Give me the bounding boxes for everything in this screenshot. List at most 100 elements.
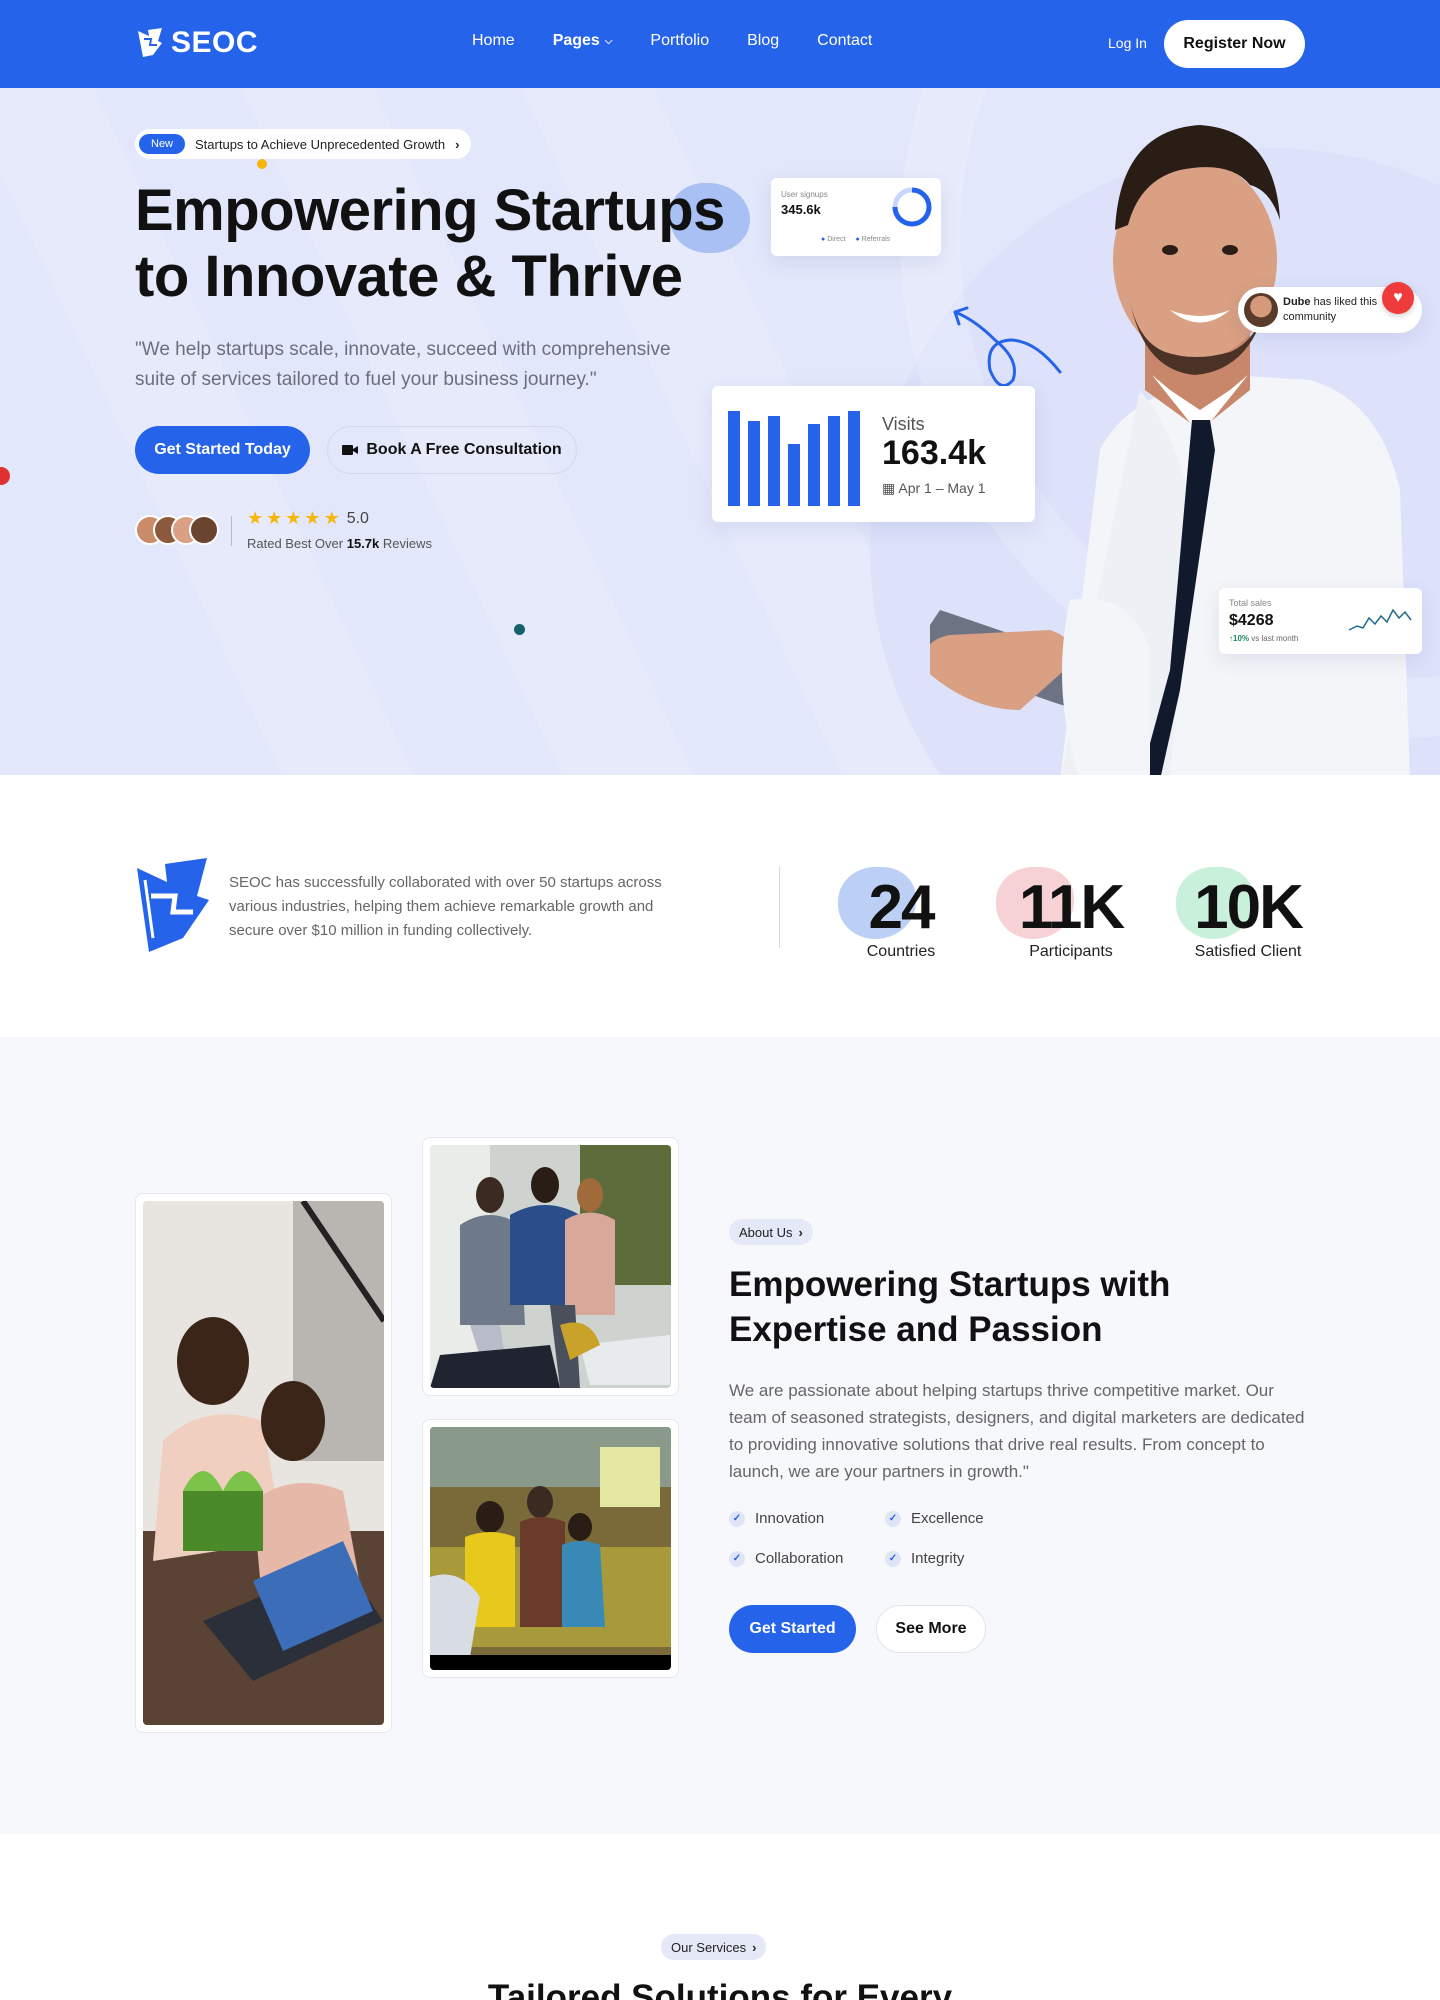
stat-value: 10K <box>1194 873 1304 942</box>
feature-label: Innovation <box>755 1510 825 1527</box>
signups-legend: Direct Referrals <box>821 236 890 243</box>
hero-announcement-badge[interactable]: New Startups to Achieve Unprecedented Gr… <box>135 129 472 159</box>
reviewer-avatars <box>135 515 219 545</box>
sales-change-suffix: vs last month <box>1251 634 1299 643</box>
signups-donut-chart <box>892 187 932 227</box>
nav-menu: Home Pages ⌵ Portfolio Blog Contact <box>472 32 872 50</box>
avatar <box>1244 293 1278 327</box>
star-icon: ★ <box>247 508 264 528</box>
signups-label: User signups <box>781 190 828 199</box>
stat-countries: 24 Countries <box>838 867 944 961</box>
rating-divider <box>231 516 232 546</box>
get-started-button[interactable]: Get Started <box>729 1605 856 1653</box>
get-started-today-button[interactable]: Get Started Today <box>135 426 310 474</box>
star-icon: ★ <box>323 508 340 528</box>
stat-label: Satisfied Client <box>1194 943 1302 960</box>
video-camera-icon <box>342 445 359 455</box>
hero-subtitle: "We help startups scale, innovate, succe… <box>135 339 671 390</box>
chevron-right-icon: › <box>455 136 460 152</box>
stat-label: Participants <box>1029 943 1113 960</box>
sales-sparkline <box>1348 608 1412 631</box>
curly-arrow-icon <box>953 306 1062 388</box>
star-icon: ★ <box>266 508 283 528</box>
login-link[interactable]: Log In <box>1108 35 1147 51</box>
hero-title: Empowering Startups to Innovate & Thrive <box>135 178 725 309</box>
sales-change-value: 10% <box>1233 634 1250 643</box>
visits-value: 163.4k <box>882 434 986 472</box>
our-services-badge[interactable]: Our Services › <box>661 1934 767 1960</box>
rated-prefix: Rated Best Over <box>247 536 344 551</box>
feature-integrity: ✓ Integrity <box>885 1550 964 1567</box>
feature-excellence: ✓ Excellence <box>885 1510 984 1527</box>
visits-bar <box>728 411 740 506</box>
logo-icon <box>138 28 162 57</box>
nav-contact[interactable]: Contact <box>817 32 872 50</box>
rated-count: 15.7k <box>346 536 380 551</box>
chevron-down-icon: ⌵ <box>604 35 613 47</box>
about-photo-bottom <box>422 1419 679 1678</box>
nav-blog[interactable]: Blog <box>747 32 779 50</box>
sales-change: ↑10% vs last month <box>1229 634 1298 643</box>
nav-pages-label: Pages <box>552 32 600 49</box>
brand-logo[interactable]: SEOC <box>135 26 258 60</box>
about-photo-tall <box>135 1193 392 1733</box>
total-sales-card: Total sales $4268 ↑10% vs last month <box>1219 588 1422 654</box>
feature-innovation: ✓ Innovation <box>729 1510 824 1527</box>
our-services-label: Our Services <box>671 1939 747 1955</box>
visits-label: Visits <box>882 414 925 434</box>
rating-value: 5.0 <box>346 509 369 527</box>
calendar-icon: ▦ <box>882 480 896 496</box>
stats-divider <box>779 866 780 948</box>
team-laptop-photo <box>143 1199 387 1725</box>
nav-pages[interactable]: Pages ⌵ <box>553 32 613 50</box>
register-button[interactable]: Register Now <box>1164 20 1305 68</box>
new-tag: New <box>139 134 186 154</box>
book-consultation-button[interactable]: Book A Free Consultation <box>327 426 577 474</box>
see-more-button[interactable]: See More <box>876 1605 986 1653</box>
liked-user: Dube <box>1283 296 1311 308</box>
feature-collaboration: ✓ Collaboration <box>729 1550 843 1567</box>
stat-participants: 11K Participants <box>996 867 1126 961</box>
about-us-label: About Us <box>739 1224 793 1240</box>
check-icon: ✓ <box>885 1510 901 1527</box>
visits-bar <box>808 424 820 506</box>
rating-stars: ★ ★ ★ ★ ★ 5.0 <box>247 508 369 529</box>
about-title: Empowering Startups with Expertise and P… <box>729 1265 1171 1349</box>
stat-value: 11K <box>1018 873 1125 942</box>
sales-label: Total sales <box>1229 598 1272 608</box>
feature-label: Integrity <box>911 1550 965 1567</box>
avatar <box>189 515 219 545</box>
check-icon: ✓ <box>885 1550 901 1567</box>
star-icon: ★ <box>285 508 302 528</box>
stat-satisfied-clients: 10K Satisfied Client <box>1176 867 1306 961</box>
sales-value: $4268 <box>1229 612 1274 629</box>
about-us-badge[interactable]: About Us › <box>729 1219 813 1245</box>
visits-bar <box>788 444 800 506</box>
visits-bar <box>768 416 780 506</box>
visits-bar-chart <box>728 411 860 506</box>
visits-card: Visits 163.4k ▦ Apr 1 – May 1 <box>712 386 1035 522</box>
star-icon: ★ <box>304 508 321 528</box>
check-icon: ✓ <box>729 1510 745 1527</box>
check-icon: ✓ <box>729 1550 745 1567</box>
stats-logo-icon <box>137 858 209 952</box>
top-navbar: SEOC Home Pages ⌵ Portfolio Blog Contact… <box>0 0 1440 88</box>
legend-direct: Direct <box>821 236 845 243</box>
nav-portfolio[interactable]: Portfolio <box>650 32 709 50</box>
rated-suffix: Reviews <box>382 536 433 551</box>
visits-date: ▦ Apr 1 – May 1 <box>882 480 986 497</box>
nav-home[interactable]: Home <box>472 32 515 50</box>
visits-bar <box>848 411 860 506</box>
rated-text: Rated Best Over 15.7k Reviews <box>247 536 432 551</box>
book-consultation-label: Book A Free Consultation <box>366 441 562 458</box>
stat-value: 24 <box>868 873 936 942</box>
stat-label: Countries <box>866 943 936 960</box>
signups-value: 345.6k <box>781 202 821 217</box>
visits-bar <box>828 416 840 506</box>
feature-label: Collaboration <box>755 1550 844 1567</box>
badge-text: Startups to Achieve Unprecedented Growth <box>195 136 446 152</box>
visits-bar <box>748 421 760 506</box>
brand-name: SEOC <box>171 26 259 59</box>
legend-referrals: Referrals <box>856 236 890 243</box>
team-discussion-photo <box>430 1145 671 1388</box>
